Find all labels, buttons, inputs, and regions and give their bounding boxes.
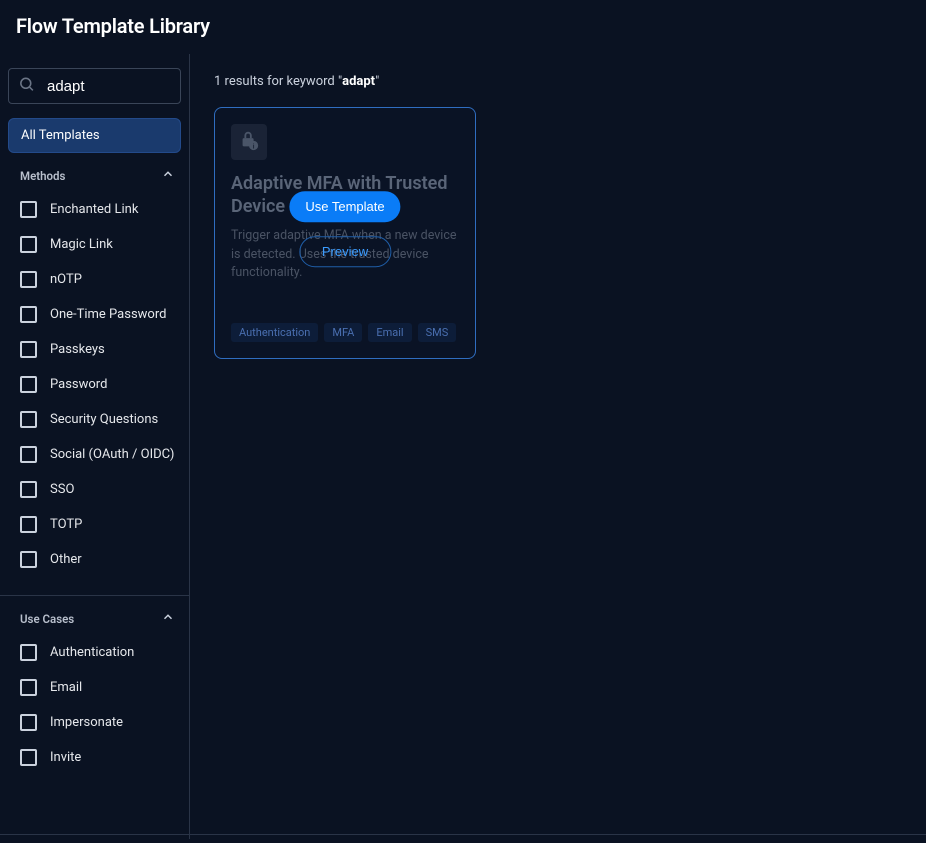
filter-other[interactable]: Other — [8, 542, 181, 577]
filter-label: Authentication — [50, 645, 134, 660]
checkbox[interactable] — [20, 341, 37, 358]
filter-label: Magic Link — [50, 237, 113, 252]
section-title: Methods — [20, 169, 65, 183]
filter-enchanted-link[interactable]: Enchanted Link — [8, 192, 181, 227]
search-field-wrap — [8, 68, 181, 104]
sidebar: All Templates Methods Enchanted Link Mag… — [0, 54, 190, 839]
filter-label: TOTP — [50, 517, 82, 532]
template-card[interactable]: i Adaptive MFA with Trusted Device Trigg… — [214, 107, 476, 359]
bottom-border — [0, 834, 926, 835]
methods-list: Enchanted Link Magic Link nOTP One-Time … — [8, 192, 181, 589]
results-keyword: adapt — [342, 74, 375, 89]
chevron-up-icon — [161, 167, 175, 184]
tag: MFA — [324, 323, 362, 342]
usecases-list: Authentication Email Impersonate Invite — [8, 635, 181, 787]
page-title: Flow Template Library — [0, 0, 926, 54]
layout: All Templates Methods Enchanted Link Mag… — [0, 54, 926, 839]
checkbox[interactable] — [20, 644, 37, 661]
checkbox[interactable] — [20, 376, 37, 393]
checkbox[interactable] — [20, 679, 37, 696]
filter-label: Social (OAuth / OIDC) — [50, 447, 174, 462]
chevron-up-icon — [161, 610, 175, 627]
tag: Authentication — [231, 323, 318, 342]
all-templates-tab[interactable]: All Templates — [8, 118, 181, 153]
filter-authentication[interactable]: Authentication — [8, 635, 181, 670]
search-icon — [18, 76, 35, 97]
card-actions: Use Template Preview — [289, 191, 400, 267]
results-prefix: results for keyword " — [221, 74, 342, 89]
checkbox[interactable] — [20, 201, 37, 218]
filter-label: nOTP — [50, 272, 82, 287]
results-summary: 1 results for keyword "adapt" — [214, 74, 902, 89]
filter-label: One-Time Password — [50, 307, 166, 322]
filter-email[interactable]: Email — [8, 670, 181, 705]
checkbox[interactable] — [20, 481, 37, 498]
filter-invite[interactable]: Invite — [8, 740, 181, 775]
checkbox[interactable] — [20, 271, 37, 288]
results-suffix: " — [375, 74, 379, 89]
filter-impersonate[interactable]: Impersonate — [8, 705, 181, 740]
tag: Email — [368, 323, 411, 342]
checkbox[interactable] — [20, 446, 37, 463]
filter-label: Other — [50, 552, 82, 567]
section-header-use-cases[interactable]: Use Cases — [8, 602, 181, 635]
checkbox[interactable] — [20, 749, 37, 766]
filter-social-oauth[interactable]: Social (OAuth / OIDC) — [8, 437, 181, 472]
filter-otp[interactable]: One-Time Password — [8, 297, 181, 332]
tag-row: Authentication MFA Email SMS — [231, 323, 459, 342]
main-content: 1 results for keyword "adapt" i Adaptive… — [190, 54, 926, 839]
svg-text:i: i — [253, 142, 255, 150]
use-template-button[interactable]: Use Template — [289, 191, 400, 222]
checkbox[interactable] — [20, 714, 37, 731]
checkbox[interactable] — [20, 236, 37, 253]
checkbox[interactable] — [20, 551, 37, 568]
filter-label: Invite — [50, 750, 81, 765]
tag: SMS — [418, 323, 457, 342]
filter-label: Email — [50, 680, 82, 695]
filter-label: Password — [50, 377, 107, 392]
section-header-methods[interactable]: Methods — [8, 159, 181, 192]
filter-label: SSO — [50, 482, 74, 497]
filter-label: Impersonate — [50, 715, 123, 730]
filter-password[interactable]: Password — [8, 367, 181, 402]
filter-label: Enchanted Link — [50, 202, 138, 217]
checkbox[interactable] — [20, 516, 37, 533]
checkbox[interactable] — [20, 306, 37, 323]
filter-label: Passkeys — [50, 342, 105, 357]
filter-notp[interactable]: nOTP — [8, 262, 181, 297]
filter-sso[interactable]: SSO — [8, 472, 181, 507]
divider — [0, 595, 189, 596]
filter-totp[interactable]: TOTP — [8, 507, 181, 542]
template-icon-box: i — [231, 124, 267, 160]
checkbox[interactable] — [20, 411, 37, 428]
preview-button[interactable]: Preview — [299, 236, 391, 267]
section-title: Use Cases — [20, 612, 74, 626]
filter-security-questions[interactable]: Security Questions — [8, 402, 181, 437]
filter-label: Security Questions — [50, 412, 158, 427]
filter-passkeys[interactable]: Passkeys — [8, 332, 181, 367]
lock-shield-icon: i — [238, 129, 260, 155]
filter-magic-link[interactable]: Magic Link — [8, 227, 181, 262]
